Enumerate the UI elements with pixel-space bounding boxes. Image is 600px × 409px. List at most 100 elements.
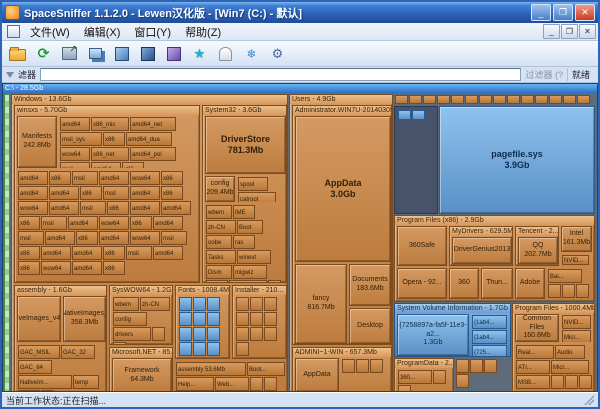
pf86-opera[interactable]: Opera - 92... xyxy=(397,268,447,299)
menu-item-0[interactable]: 文件(W) xyxy=(23,27,77,39)
treemap-tile-unlabeled[interactable] xyxy=(507,95,520,104)
treemap-tile[interactable]: temp xyxy=(73,375,99,389)
treemap-tile-unlabeled[interactable] xyxy=(264,297,277,311)
treemap-tile[interactable]: Help... xyxy=(176,377,214,391)
treemap-tile[interactable]: amd64 xyxy=(49,201,79,215)
native-images[interactable]: NativeImages_ 358.3Mb xyxy=(63,296,106,342)
mdi-close-button[interactable]: ✕ xyxy=(579,24,596,39)
appdata-2[interactable]: AppData xyxy=(295,358,339,392)
treemap-tile[interactable]: 360... xyxy=(398,370,432,384)
treemap-tile[interactable]: amd64 xyxy=(91,162,121,168)
treemap-tile[interactable]: msil xyxy=(126,246,152,260)
treemap-tile[interactable]: Bai... xyxy=(548,269,582,283)
treemap-tile-unlabeled[interactable] xyxy=(412,110,425,120)
treemap-tile[interactable]: amd64 xyxy=(130,201,160,215)
common-files[interactable]: Common Files 160.8Mb xyxy=(515,314,559,342)
treemap-tile-unlabeled[interactable] xyxy=(395,95,408,104)
treemap-tile[interactable]: wbem xyxy=(113,297,139,311)
treemap-tile[interactable]: spp xyxy=(206,280,228,282)
treemap-tile-unlabeled[interactable] xyxy=(549,95,562,104)
treemap-tile-unlabeled[interactable] xyxy=(451,95,464,104)
treemap-tile-unlabeled[interactable] xyxy=(152,327,165,341)
microsoft-net[interactable]: Microsoft.NET - 85.8MbFramework 64.3Mb xyxy=(109,347,173,392)
treemap-tile[interactable]: Tasks xyxy=(206,250,236,264)
drive-c[interactable]: C:\ - 28.5GbWindows - 13.6Gbwinsxs - 5.7… xyxy=(3,84,597,392)
treemap-tile[interactable]: wow64 xyxy=(60,147,90,161)
treemap-tile[interactable]: msil_sys xyxy=(60,132,102,146)
pf86-tencent[interactable]: Tencent - 2...QQ 202.7Mb xyxy=(515,226,559,266)
menu-item-3[interactable]: 帮助(Z) xyxy=(178,27,228,39)
treemap-tile-unlabeled[interactable] xyxy=(409,95,422,104)
treemap-tile[interactable]: {1ab4... xyxy=(472,315,507,329)
pf86-thunder[interactable]: Thun... xyxy=(481,268,513,299)
treemap-tile[interactable]: amd64 xyxy=(99,171,129,185)
treemap-tile[interactable]: x86 xyxy=(161,171,183,185)
treemap-tile[interactable]: migwiz xyxy=(233,265,267,279)
treemap-tile-unlabeled[interactable] xyxy=(423,95,436,104)
treemap-tile[interactable]: x86 xyxy=(18,216,40,230)
treemap-tile[interactable]: spool xyxy=(238,177,268,191)
treemap-tile[interactable]: amd64 xyxy=(99,231,129,245)
treemap-tile[interactable]: oobe xyxy=(206,235,232,249)
treemap-tile-unlabeled[interactable] xyxy=(398,110,411,120)
treemap-tile-unlabeled[interactable] xyxy=(250,327,263,341)
program-files-x86[interactable]: Program Files (x86) - 2.9Gb360SafeMyDriv… xyxy=(394,215,595,302)
treemap-tile[interactable]: amd64 xyxy=(130,186,160,200)
treemap-tile-unlabeled[interactable] xyxy=(562,284,575,298)
treemap-tile[interactable]: catroot xyxy=(238,192,276,202)
framework[interactable]: Framework 64.3Mb xyxy=(112,358,172,392)
new-view-button[interactable] xyxy=(84,43,107,64)
svi-restore-point[interactable]: {7258897a-fa5f-11e3-a2... 1.3Gb xyxy=(397,314,469,356)
winsxs[interactable]: winsxs - 5.70GbManifests 242.8Mbamd64x86… xyxy=(14,105,200,283)
treemap-tile[interactable]: Audio xyxy=(555,345,585,359)
fancy[interactable]: fancy 816.7Mb xyxy=(295,264,347,344)
treemap-tile-unlabeled[interactable] xyxy=(398,385,411,392)
mdi-restore-button[interactable]: ❐ xyxy=(561,24,578,39)
rescan-button[interactable] xyxy=(32,43,55,64)
treemap-tile[interactable]: x86 xyxy=(122,162,144,168)
treemap-tile[interactable]: NVID... xyxy=(562,315,591,329)
treemap-tile-unlabeled[interactable] xyxy=(470,359,483,373)
treemap-tile[interactable]: wow64 xyxy=(99,216,129,230)
treemap-tile[interactable]: {1ab4... xyxy=(472,330,507,344)
treemap-tile-unlabeled[interactable] xyxy=(193,342,206,356)
treemap-tile-unlabeled[interactable] xyxy=(236,342,249,356)
treemap-tile-unlabeled[interactable] xyxy=(236,297,249,311)
native-images-v4[interactable]: NativeImages_v4.0... xyxy=(17,296,61,342)
treemap-tile-unlabeled[interactable] xyxy=(437,95,450,104)
treemap-tile[interactable]: Dism xyxy=(206,265,232,279)
treemap-tile[interactable]: amd64 xyxy=(72,261,102,275)
treemap-tile[interactable]: x86 xyxy=(103,132,125,146)
treemap-tile[interactable]: Micr... xyxy=(562,330,591,342)
treemap-tile-unlabeled[interactable] xyxy=(465,95,478,104)
treemap-tile[interactable]: drivers xyxy=(113,327,151,341)
treemap-tile-unlabeled[interactable] xyxy=(521,95,534,104)
treemap-tile[interactable]: Micr... xyxy=(551,360,589,374)
treemap-tile[interactable]: GAC_32 xyxy=(61,345,95,359)
treemap-tile[interactable]: x86_net xyxy=(91,147,129,161)
treemap-tile[interactable]: x86 xyxy=(76,231,98,245)
treemap-tile[interactable]: amd64 xyxy=(18,186,48,200)
treemap-tile-unlabeled[interactable] xyxy=(456,359,469,373)
master-view-star-button[interactable] xyxy=(188,43,211,64)
settings-gear-button[interactable] xyxy=(266,43,289,64)
treemap-tile-unlabeled[interactable] xyxy=(456,374,469,388)
driverstore[interactable]: DriverStore 781.3Mb xyxy=(205,116,286,174)
treemap-tile[interactable]: msil xyxy=(72,171,98,185)
treemap-tile[interactable]: x86 xyxy=(80,186,102,200)
syswow64[interactable]: SysWOW64 - 1.2Gbwbemzh-CNconfigdrivers xyxy=(109,285,173,345)
treemap-tile[interactable]: NVID... xyxy=(562,255,589,265)
treemap-tile[interactable]: GAC xyxy=(18,390,40,392)
filter-input[interactable] xyxy=(40,68,521,81)
treemap-tile[interactable]: winevt xyxy=(237,250,271,264)
config[interactable]: config 209.4Mb xyxy=(205,176,235,202)
view-cube-blue-button[interactable] xyxy=(110,43,133,64)
treemap-tile-unlabeled[interactable] xyxy=(433,370,446,384)
treemap-tile[interactable]: amd64 xyxy=(68,216,98,230)
treemap-tile-unlabeled[interactable] xyxy=(207,327,220,341)
pagefile-sys[interactable]: pagefile.sys 3.9Gb xyxy=(439,106,595,214)
treemap-tile[interactable]: amd64 xyxy=(45,231,75,245)
treemap-tile[interactable]: msil_ xyxy=(60,162,90,168)
treemap-tile[interactable]: zh-CN xyxy=(206,220,236,234)
windows[interactable]: Windows - 13.6Gbwinsxs - 5.70GbManifests… xyxy=(11,94,288,392)
